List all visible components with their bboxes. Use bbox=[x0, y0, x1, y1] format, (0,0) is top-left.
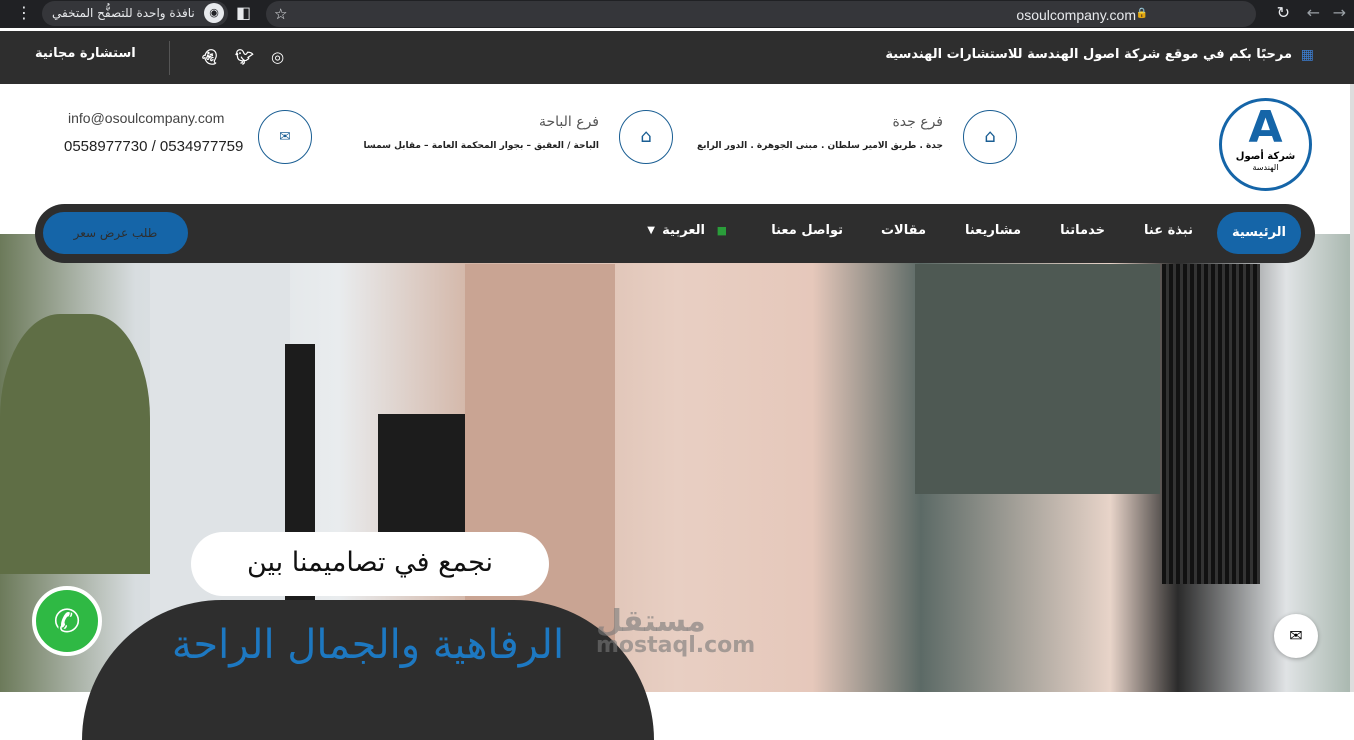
nav-contact[interactable]: تواصل معنا bbox=[771, 223, 843, 238]
free-consultation-link[interactable]: استشارة مجانية bbox=[35, 46, 136, 61]
hero-image-window bbox=[915, 264, 1160, 494]
mail-float-button[interactable]: ✉ bbox=[1274, 614, 1318, 658]
hero-tagline-line1: نجمع في تصاميمنا بين bbox=[191, 532, 549, 596]
hero-tagline-line2: الرفاهية والجمال الراحة bbox=[82, 600, 654, 668]
hero-image-louvers bbox=[1162, 264, 1260, 584]
home-icon: ⌂ bbox=[963, 110, 1017, 164]
envelope-icon: ✉ bbox=[1289, 626, 1302, 645]
hero-image-window bbox=[285, 344, 315, 644]
forward-icon[interactable]: → bbox=[1333, 3, 1346, 22]
contact-phones[interactable]: 0558977730 / 0534977759 bbox=[64, 138, 243, 155]
hero-image-door bbox=[378, 414, 466, 534]
building-icon: ▦ bbox=[1301, 47, 1314, 63]
url-text[interactable]: osoulcompany.com bbox=[1016, 7, 1136, 23]
watermark-en: mostaql.com bbox=[596, 634, 755, 658]
nav-articles[interactable]: مقالات bbox=[881, 223, 926, 238]
branch-title: فرع جدة bbox=[892, 114, 943, 130]
snapchat-icon[interactable]: 👻︎ bbox=[200, 48, 219, 66]
branch-address: الباحة / العقيق – بجوار المحكمة العامة –… bbox=[364, 141, 599, 151]
whatsapp-icon[interactable]: ✆ bbox=[32, 586, 102, 656]
side-panel-icon[interactable]: ◧ bbox=[236, 3, 251, 22]
contact-email[interactable]: info@osoulcompany.com bbox=[68, 110, 224, 126]
watermark-ar: مستقل bbox=[596, 610, 755, 634]
nav-projects[interactable]: مشاريعنا bbox=[965, 223, 1021, 238]
language-selector[interactable]: العربية bbox=[662, 223, 705, 238]
hero-tagline-box: الرفاهية والجمال الراحة bbox=[82, 600, 654, 740]
company-logo[interactable]: A شركة أصول الهندسة bbox=[1219, 98, 1312, 191]
incognito-icon: ◉ bbox=[204, 3, 224, 23]
reload-icon[interactable]: ↻ bbox=[1277, 3, 1290, 22]
incognito-label: نافذة واحدة للتصفُّح المتخفي bbox=[52, 6, 195, 20]
back-icon[interactable]: ← bbox=[1307, 3, 1320, 22]
hero-image-tree bbox=[0, 314, 150, 574]
nav-services[interactable]: خدماتنا bbox=[1060, 223, 1105, 238]
watermark-logo: مستقلmostaql.com bbox=[596, 610, 755, 658]
menu-kebab-icon[interactable]: ⋮ bbox=[16, 3, 32, 22]
chevron-down-icon[interactable]: ▼ bbox=[647, 225, 655, 236]
branch-address: جدة . طريق الامير سلطان . مبنى الجوهرة .… bbox=[697, 141, 943, 151]
saudi-flag-icon: ■ bbox=[717, 224, 727, 237]
divider bbox=[169, 41, 170, 75]
nav-home[interactable]: الرئيسية bbox=[1217, 212, 1301, 254]
scrollbar[interactable] bbox=[1350, 84, 1354, 692]
address-bar[interactable]: osoulcompany.com 🔒 ☆ bbox=[266, 1, 1256, 27]
bookmark-star-icon[interactable]: ☆ bbox=[274, 5, 287, 23]
envelope-icon: ✉ bbox=[258, 110, 312, 164]
top-info-bar: ▦ مرحبًا بكم في موقع شركة اصول الهندسة ل… bbox=[0, 31, 1354, 84]
branch-title: فرع الباحة bbox=[539, 114, 599, 130]
logo-subtext: الهندسة bbox=[1222, 162, 1309, 173]
nav-about[interactable]: نبذة عنا bbox=[1144, 223, 1193, 238]
twitter-icon[interactable]: 🐦︎ bbox=[235, 48, 254, 66]
main-nav: الرئيسية نبذة عنا خدماتنا مشاريعنا مقالا… bbox=[35, 204, 1315, 263]
incognito-badge[interactable]: نافذة واحدة للتصفُّح المتخفي ◉ bbox=[42, 1, 228, 26]
home-icon: ⌂ bbox=[619, 110, 673, 164]
welcome-text: مرحبًا بكم في موقع شركة اصول الهندسة للا… bbox=[885, 47, 1292, 62]
browser-toolbar: → ← ↻ osoulcompany.com 🔒 ☆ ◧ نافذة واحدة… bbox=[0, 0, 1354, 28]
request-quote-button[interactable]: طلب عرض سعر bbox=[43, 212, 188, 254]
instagram-icon[interactable]: ◎ bbox=[271, 48, 284, 66]
logo-text: شركة أصول bbox=[1222, 151, 1309, 162]
lock-icon[interactable]: 🔒 bbox=[1136, 8, 1148, 19]
